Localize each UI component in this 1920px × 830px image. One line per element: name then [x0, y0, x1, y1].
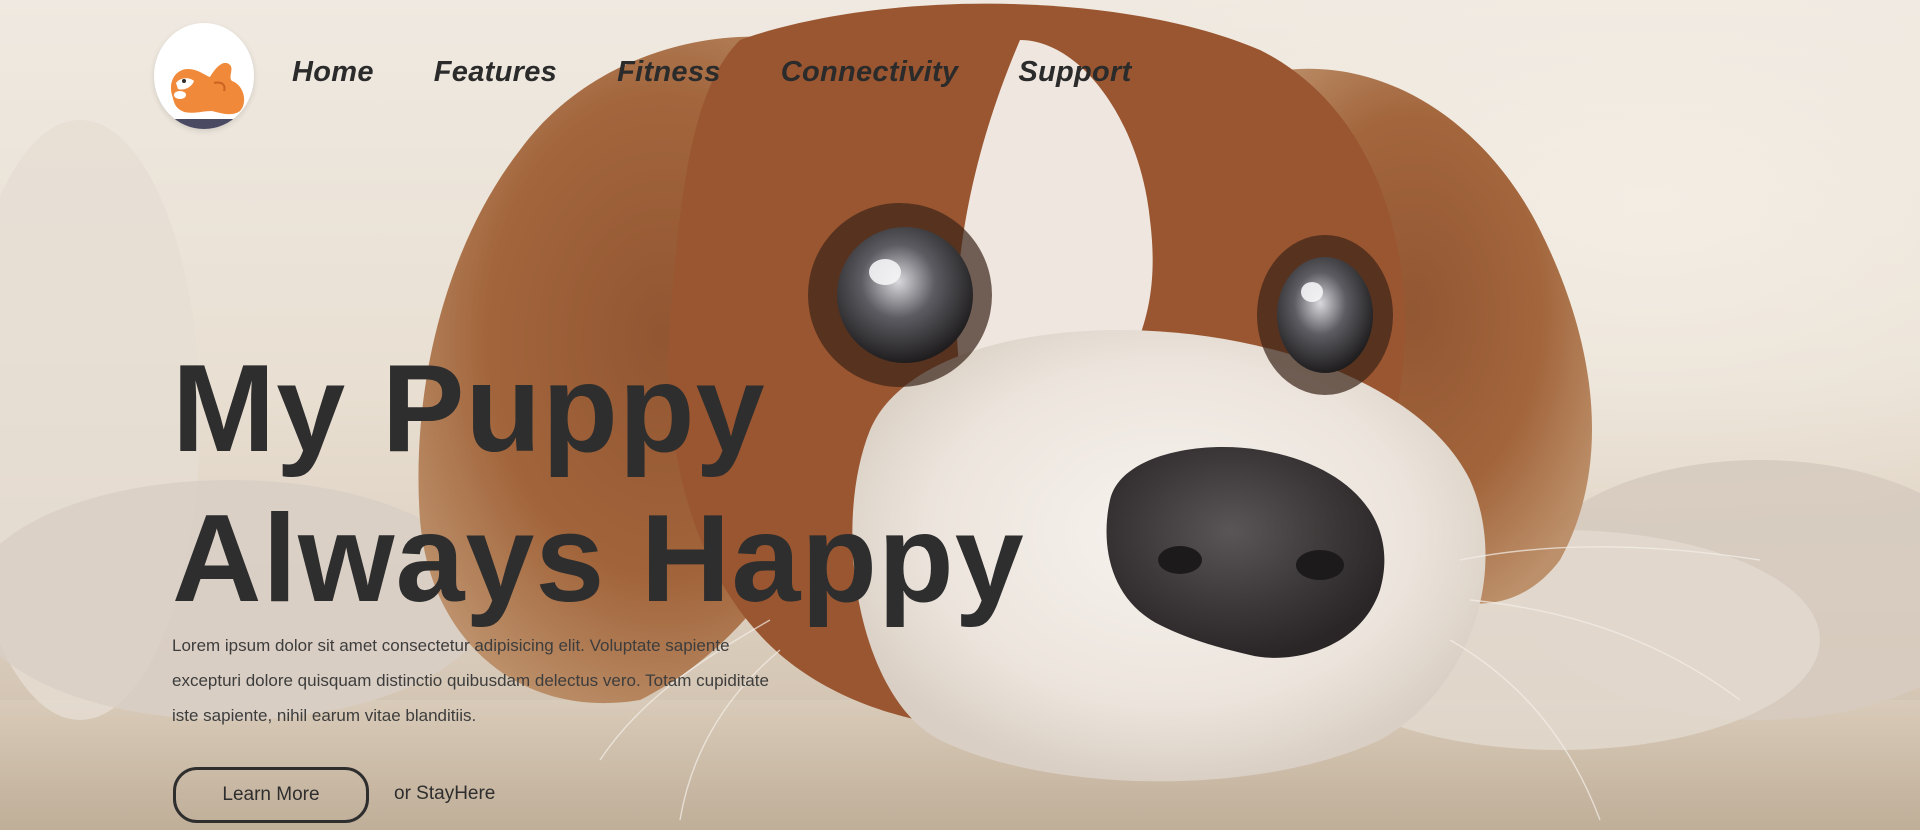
learn-more-button[interactable]: Learn More — [173, 767, 369, 823]
main-nav: Home Features Fitness Connectivity Suppo… — [292, 56, 1132, 89]
logo[interactable] — [154, 23, 254, 129]
headline-line-1: My Puppy — [172, 340, 766, 478]
headline-line-2: Always Happy — [172, 490, 1025, 628]
nav-item-fitness[interactable]: Fitness — [617, 56, 721, 89]
hero-description: Lorem ipsum dolor sit amet consectetur a… — [172, 636, 769, 725]
nav-item-home[interactable]: Home — [292, 56, 374, 89]
nav-item-support[interactable]: Support — [1018, 56, 1131, 89]
stay-here-link[interactable]: or StayHere — [394, 783, 495, 805]
hero-headline: My Puppy Always Happy — [172, 334, 1025, 634]
nav-item-connectivity[interactable]: Connectivity — [781, 56, 959, 89]
nav-item-features[interactable]: Features — [434, 56, 557, 89]
dog-logo-icon — [170, 62, 245, 129]
